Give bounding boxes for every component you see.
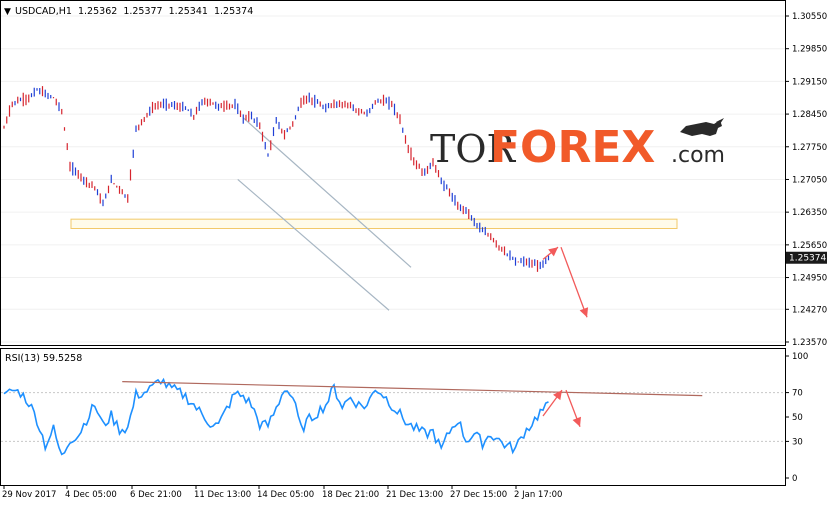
rsi-tick-label: 30 xyxy=(792,437,803,447)
time-tick-label: 14 Dec 05:00 xyxy=(257,490,314,500)
time-tick-label: 18 Dec 21:00 xyxy=(322,490,379,500)
price-tick-label: 1.23570 xyxy=(792,338,827,348)
price-tick-label: 1.30550 xyxy=(792,12,827,22)
logo-forex: FOREX xyxy=(490,122,655,173)
rsi-panel-frame xyxy=(0,348,786,486)
time-tick-label: 11 Dec 13:00 xyxy=(194,490,251,500)
logo-com: .com xyxy=(671,143,725,168)
symbol-header: USDCAD,H1 1.25362 1.25377 1.25341 1.2537… xyxy=(15,6,253,17)
time-tick-label: 4 Dec 05:00 xyxy=(65,490,117,500)
time-tick-label: 21 Dec 13:00 xyxy=(386,490,443,500)
rsi-tick-label: 50 xyxy=(792,413,803,423)
rsi-tick-label: 0 xyxy=(792,474,797,484)
support-zone xyxy=(70,218,678,230)
time-tick-label: 29 Nov 2017 xyxy=(2,490,56,500)
usdcad-h1-chart: ▼ USDCAD,H1 1.25362 1.25377 1.25341 1.25… xyxy=(0,0,827,500)
rsi-tick-label: 100 xyxy=(792,352,808,362)
price-tick-label: 1.29850 xyxy=(792,45,827,55)
price-tick-label: 1.24270 xyxy=(792,305,827,315)
time-tick-label: 2 Jan 17:00 xyxy=(514,490,562,500)
price-tick-label: 1.28450 xyxy=(792,110,827,120)
rsi-header: RSI(13) 59.5258 xyxy=(5,353,82,364)
price-tick-label: 1.29150 xyxy=(792,77,827,87)
price-tick-label: 1.26350 xyxy=(792,208,827,218)
time-tick-label: 27 Dec 15:00 xyxy=(450,490,507,500)
price-tick-label: 1.24950 xyxy=(792,274,827,284)
time-tick-label: 6 Dec 21:00 xyxy=(130,490,182,500)
price-tick-label: 1.25650 xyxy=(792,241,827,251)
arrow-down-icon: ▼ xyxy=(4,7,11,17)
price-tick-label: 1.27750 xyxy=(792,143,827,153)
price-tick-label: 1.27050 xyxy=(792,175,827,185)
price-panel-frame xyxy=(0,0,786,346)
rsi-tick-label: 70 xyxy=(792,389,803,399)
current-price-label: 1.25374 xyxy=(789,254,826,264)
